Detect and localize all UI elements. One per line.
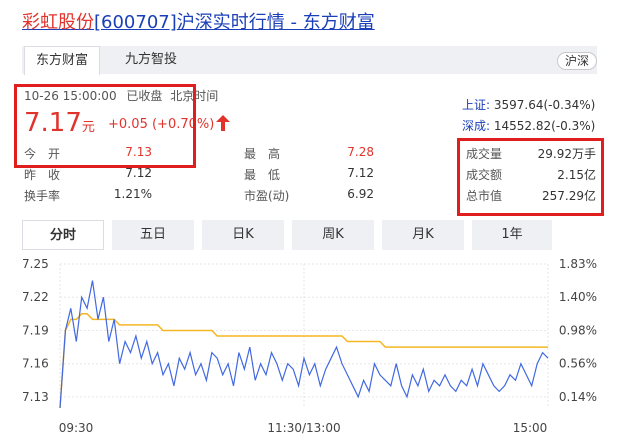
y-pct-tick-label: 0.14% xyxy=(559,390,597,404)
title-suffix[interactable]: 沪深实时行情 - 东方财富 xyxy=(177,12,375,33)
x-tick-label: 15:00 xyxy=(513,421,548,435)
x-tick-label: 11:30/13:00 xyxy=(267,421,340,435)
pe-label: 市盈(动) xyxy=(244,189,290,203)
low-label: 最 低 xyxy=(244,168,281,182)
prev-close-label: 昨 收 xyxy=(24,168,61,182)
tab-eastmoney[interactable]: 东方财富 xyxy=(24,46,100,75)
index-shenzhen[interactable]: 深成: 14552.82(-0.3%) xyxy=(462,117,595,134)
highlight-box-market-stats xyxy=(457,138,604,216)
turnover-rate-label: 换手率 xyxy=(24,189,61,203)
x-tick-label: 09:30 xyxy=(59,421,94,435)
stock-code[interactable]: [600707] xyxy=(94,12,177,33)
index-shanghai-name: 上证: xyxy=(462,98,491,112)
chart-y-labels: 7.25 7.22 7.19 7.16 7.13 xyxy=(22,257,49,404)
page-title[interactable]: 彩虹股份[600707]沪深实时行情 - 东方财富 xyxy=(22,8,375,34)
tab-jiufang[interactable]: 九方智投 xyxy=(114,46,188,74)
turnover-rate-value: 1.21% xyxy=(113,187,152,201)
y-pct-tick-label: 1.40% xyxy=(559,290,597,304)
tab-monthly-k[interactable]: 月K xyxy=(382,220,464,250)
y-tick-label: 7.19 xyxy=(22,323,49,337)
stock-name[interactable]: 彩虹股份 xyxy=(22,12,94,33)
y-pct-tick-label: 0.98% xyxy=(559,323,597,337)
high-value: 7.28 xyxy=(347,145,374,159)
index-shanghai-value: 3597.64(-0.34%) xyxy=(493,98,596,112)
tab-daily-k[interactable]: 日K xyxy=(202,220,284,250)
market-badge[interactable]: 沪深 xyxy=(556,52,597,70)
y-pct-tick-label: 0.56% xyxy=(559,357,597,371)
pe-value: 6.92 xyxy=(347,187,374,201)
period-tabs: 分时 五日 日K 周K 月K 1年 xyxy=(22,220,552,250)
high-label: 最 高 xyxy=(244,147,281,161)
source-tabs: 东方财富 九方智投 xyxy=(22,46,597,75)
tab-five-day[interactable]: 五日 xyxy=(112,220,194,250)
chart-x-labels: 09:30 11:30/13:00 15:00 xyxy=(59,421,548,435)
y-tick-label: 7.16 xyxy=(22,357,49,371)
tab-one-year[interactable]: 1年 xyxy=(472,220,552,250)
index-shenzhen-value: 14552.82(-0.3%) xyxy=(493,119,596,133)
prev-close-value: 7.12 xyxy=(125,166,152,180)
tab-weekly-k[interactable]: 周K xyxy=(292,220,374,250)
index-shenzhen-name: 深成: xyxy=(462,119,491,133)
y-pct-tick-label: 1.83% xyxy=(559,257,597,271)
tab-intraday[interactable]: 分时 xyxy=(22,220,104,250)
y-tick-label: 7.13 xyxy=(22,390,49,404)
y-tick-label: 7.22 xyxy=(22,290,49,304)
chart-y-pct-labels: 1.83% 1.40% 0.98% 0.56% 0.14% xyxy=(559,257,597,404)
highlight-box-price xyxy=(14,84,196,168)
index-shanghai[interactable]: 上证: 3597.64(-0.34%) xyxy=(462,96,595,113)
intraday-chart[interactable]: 7.25 7.22 7.19 7.16 7.13 1.83% 1.40% 0.98% 0.56… xyxy=(0,250,640,440)
up-arrow-icon xyxy=(216,115,230,131)
y-tick-label: 7.25 xyxy=(22,257,49,271)
low-value: 7.12 xyxy=(347,166,374,180)
